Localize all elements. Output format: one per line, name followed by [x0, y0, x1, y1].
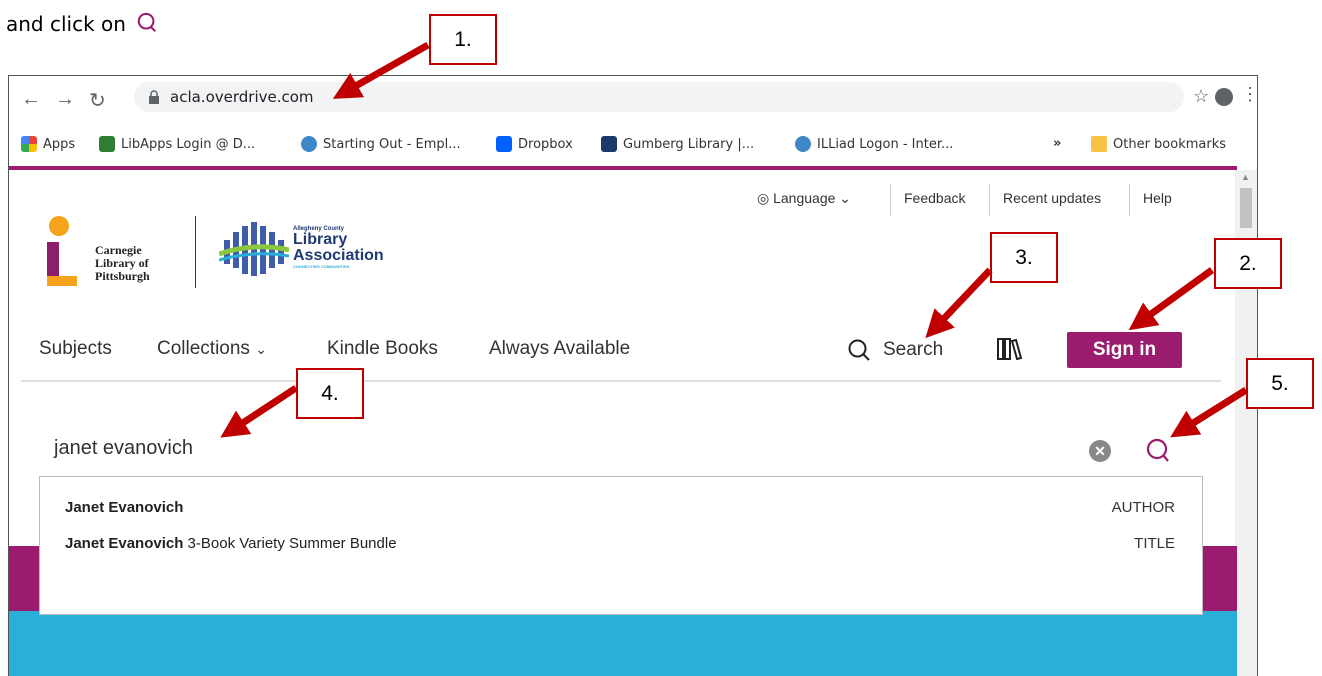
bookmark-illiad[interactable]: ILLiad Logon - Inter...: [795, 136, 953, 152]
acla-logo-text: Allegheny County Library Association CON…: [293, 226, 384, 269]
back-icon[interactable]: ←: [21, 88, 41, 111]
lock-icon: [149, 90, 159, 104]
acla-line: Association: [293, 247, 384, 264]
feedback-link[interactable]: Feedback: [904, 190, 965, 206]
bookmark-libapps[interactable]: LibApps Login @ D...: [99, 136, 255, 152]
bookmark-dropbox[interactable]: Dropbox: [496, 136, 573, 152]
suggestion-type: AUTHOR: [1111, 499, 1175, 516]
bookmark-label: ILLiad Logon - Inter...: [817, 136, 954, 152]
clp-line: Pittsburgh: [95, 269, 150, 283]
site-logo[interactable]: Carnegie Library of Pittsburgh Allegheny…: [39, 216, 439, 296]
apps-grid-icon: [21, 136, 37, 152]
scroll-up-icon[interactable]: ▲: [1241, 172, 1250, 182]
browser-toolbar: ← → ↻ acla.overdrive.com ☆ ⋮: [9, 76, 1257, 128]
callout-2: 2.: [1214, 238, 1282, 289]
bookmark-label: Starting Out - Empl...: [323, 136, 461, 152]
divider: [989, 184, 990, 216]
nav-divider: [21, 380, 1221, 382]
chevron-down-icon: ⌄: [255, 341, 267, 357]
box-icon: [496, 136, 512, 152]
scrollbar-thumb[interactable]: [1240, 188, 1252, 228]
bookmark-label: Dropbox: [518, 136, 573, 152]
nav-subjects[interactable]: Subjects: [39, 338, 112, 360]
suggestion-type: TITLE: [1134, 535, 1175, 552]
logo-divider: [195, 216, 196, 288]
bookmark-gumberg[interactable]: Gumberg Library |...: [601, 136, 754, 152]
libapps-icon: [99, 136, 115, 152]
other-bookmarks-label: Other bookmarks: [1113, 136, 1227, 152]
more-bookmarks-label: »: [1053, 136, 1062, 151]
bookshelf-icon[interactable]: [997, 338, 1023, 360]
cloud-icon: [301, 136, 317, 152]
folder-icon: [1091, 136, 1107, 152]
acla-tagline: CONNECTING COMMUNITIES: [293, 264, 350, 269]
sign-in-button[interactable]: Sign in: [1067, 332, 1182, 368]
header-accent-line: [9, 166, 1237, 170]
search-suggestions: Janet Evanovich AUTHOR Janet Evanovich 3…: [39, 476, 1203, 615]
other-bookmarks-folder[interactable]: Other bookmarks: [1091, 136, 1226, 152]
callout-4: 4.: [296, 368, 364, 419]
suggestion-rest: 3-Book Variety Summer Bundle: [183, 535, 397, 552]
search-label: Search: [883, 339, 944, 360]
divider: [890, 184, 891, 216]
language-label: Language: [773, 190, 836, 206]
search-icon: [138, 12, 157, 32]
nav-collections-label: Collections: [157, 338, 250, 359]
callout-3: 3.: [990, 232, 1058, 283]
suggestion-item[interactable]: Janet Evanovich AUTHOR: [65, 499, 1175, 516]
clp-logo-text: Carnegie Library of Pittsburgh: [95, 244, 150, 283]
nav-collections[interactable]: Collections ⌄: [157, 338, 267, 360]
language-menu[interactable]: ◎ Language ⌄: [757, 190, 851, 207]
menu-icon[interactable]: ⋮: [1241, 84, 1257, 105]
browser-window: ← → ↻ acla.overdrive.com ☆ ⋮ Apps LibApp…: [8, 75, 1258, 676]
acla-logo-icon: [219, 222, 289, 276]
forward-icon[interactable]: →: [55, 88, 75, 111]
nav-kindle-books[interactable]: Kindle Books: [327, 338, 438, 360]
help-link[interactable]: Help: [1143, 190, 1172, 206]
clp-logo-icon: [47, 216, 77, 286]
clear-search-button[interactable]: ✕: [1089, 440, 1111, 462]
suggestion-item[interactable]: Janet Evanovich 3-Book Variety Summer Bu…: [65, 535, 1175, 552]
address-bar[interactable]: acla.overdrive.com: [134, 82, 1184, 112]
chevron-down-icon: ⌄: [839, 190, 852, 206]
divider: [1129, 184, 1130, 216]
acla-line: Library: [293, 231, 348, 248]
search-submit-icon[interactable]: [1145, 438, 1171, 464]
suggestion-match: Janet Evanovich: [65, 535, 184, 552]
banner-blue: [9, 611, 1237, 676]
star-icon[interactable]: ☆: [1193, 86, 1209, 107]
gumberg-icon: [601, 136, 617, 152]
bookmark-apps[interactable]: Apps: [21, 136, 75, 152]
suggestion-match: Janet Evanovich: [65, 499, 184, 516]
nav-search-button[interactable]: Search: [847, 338, 943, 362]
search-icon: [848, 339, 870, 361]
cloud-icon: [795, 136, 811, 152]
bookmark-label: LibApps Login @ D...: [121, 136, 256, 152]
nav-always-available[interactable]: Always Available: [489, 338, 630, 360]
intro-text: and click on: [6, 12, 158, 36]
profile-icon[interactable]: [1215, 88, 1233, 106]
callout-1: 1.: [429, 14, 497, 65]
bookmark-starting-out[interactable]: Starting Out - Empl...: [301, 136, 461, 152]
reload-icon[interactable]: ↻: [89, 88, 106, 113]
more-bookmarks-button[interactable]: »: [1053, 136, 1061, 151]
bookmarks-bar: Apps LibApps Login @ D... Starting Out -…: [9, 130, 1257, 160]
callout-5: 5.: [1246, 358, 1314, 409]
url-text: acla.overdrive.com: [170, 88, 314, 106]
bookmark-label: Gumberg Library |...: [623, 136, 755, 152]
recent-updates-link[interactable]: Recent updates: [1003, 190, 1101, 206]
globe-icon: ◎: [757, 190, 770, 206]
bookmark-label: Apps: [43, 136, 76, 152]
intro-label: and click on: [6, 12, 126, 36]
search-input[interactable]: janet evanovich: [54, 437, 193, 460]
